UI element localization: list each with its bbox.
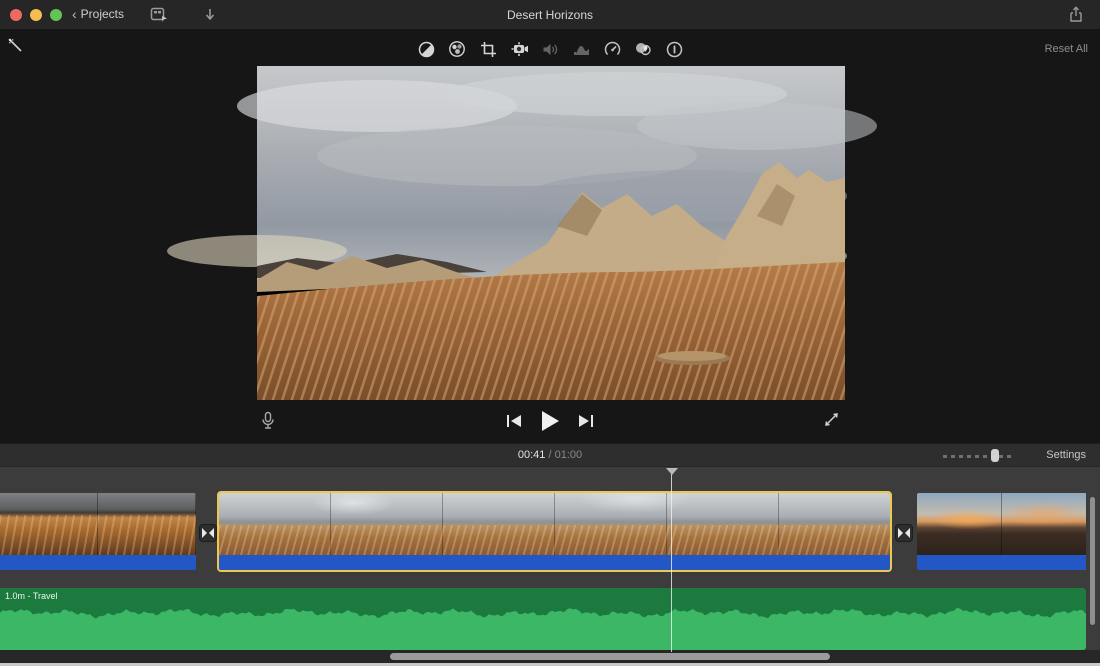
timeline-pane[interactable]: 1.0m - Travel xyxy=(0,467,1100,666)
clip-thumbnails xyxy=(0,493,196,555)
scrubber-strip: 00:41 / 01:00 Settings xyxy=(0,443,1100,467)
clip-desert-dunes[interactable] xyxy=(0,493,196,570)
timeline-horizontal-scrollbar[interactable] xyxy=(390,653,830,660)
adjustments-toolbar: Reset All xyxy=(0,36,1100,62)
zoom-slider-ticks xyxy=(943,455,1015,458)
color-correction-icon[interactable] xyxy=(448,40,466,58)
settings-button[interactable]: Settings xyxy=(1046,449,1086,461)
crossfade-transition-icon[interactable] xyxy=(199,524,217,542)
viewer-pane: Reset All xyxy=(0,31,1100,443)
clip-audio-strip xyxy=(219,555,890,570)
total-time: 01:00 xyxy=(555,449,583,461)
zoom-slider-thumb[interactable] xyxy=(991,449,999,462)
skip-back-icon[interactable] xyxy=(506,414,522,433)
playback-controls xyxy=(0,409,1100,437)
timecode: 00:41 / 01:00 xyxy=(0,449,1100,461)
play-icon[interactable] xyxy=(540,410,560,437)
playhead-line xyxy=(671,470,672,652)
skip-forward-icon[interactable] xyxy=(578,414,594,433)
crop-icon[interactable] xyxy=(479,40,497,58)
speed-icon[interactable] xyxy=(603,40,621,58)
fullscreen-icon[interactable] xyxy=(823,411,840,433)
clip-thumbnails xyxy=(917,493,1086,555)
audio-waveform xyxy=(0,588,1086,650)
color-balance-icon[interactable] xyxy=(417,40,435,58)
reset-all-button[interactable]: Reset All xyxy=(1045,43,1088,55)
music-track-label: 1.0m - Travel xyxy=(5,591,58,601)
desert-scene-image xyxy=(257,66,845,400)
clip-audio-strip xyxy=(917,555,1086,570)
music-track-travel[interactable]: 1.0m - Travel xyxy=(0,588,1086,650)
titlebar: ‹ Projects Desert Horizons xyxy=(0,0,1100,30)
time-separator: / xyxy=(548,449,551,461)
project-title: Desert Horizons xyxy=(0,8,1100,22)
clip-rock-formation-selected[interactable] xyxy=(219,493,890,570)
adjustment-icons-row xyxy=(0,36,1100,62)
transport-bar xyxy=(0,405,1100,439)
noise-reduction-icon[interactable] xyxy=(572,40,590,58)
stabilization-icon[interactable] xyxy=(510,40,528,58)
clip-filter-icon[interactable] xyxy=(634,40,652,58)
playhead-handle[interactable] xyxy=(666,468,678,475)
current-time: 00:41 xyxy=(518,449,546,461)
timeline-zoom-slider[interactable] xyxy=(943,453,1015,459)
clip-sunset[interactable] xyxy=(917,493,1086,570)
clip-thumbnails xyxy=(219,493,890,555)
clip-info-icon[interactable] xyxy=(665,40,683,58)
share-icon[interactable] xyxy=(1068,6,1084,29)
crossfade-transition-icon[interactable] xyxy=(895,524,913,542)
video-preview[interactable] xyxy=(257,66,845,400)
imovie-window: ‹ Projects Desert Horizons xyxy=(0,0,1100,666)
volume-icon[interactable] xyxy=(541,40,559,58)
clip-audio-strip xyxy=(0,555,196,570)
timeline-bottom-bar xyxy=(0,650,1100,663)
timeline-vertical-scrollbar[interactable] xyxy=(1090,497,1095,625)
